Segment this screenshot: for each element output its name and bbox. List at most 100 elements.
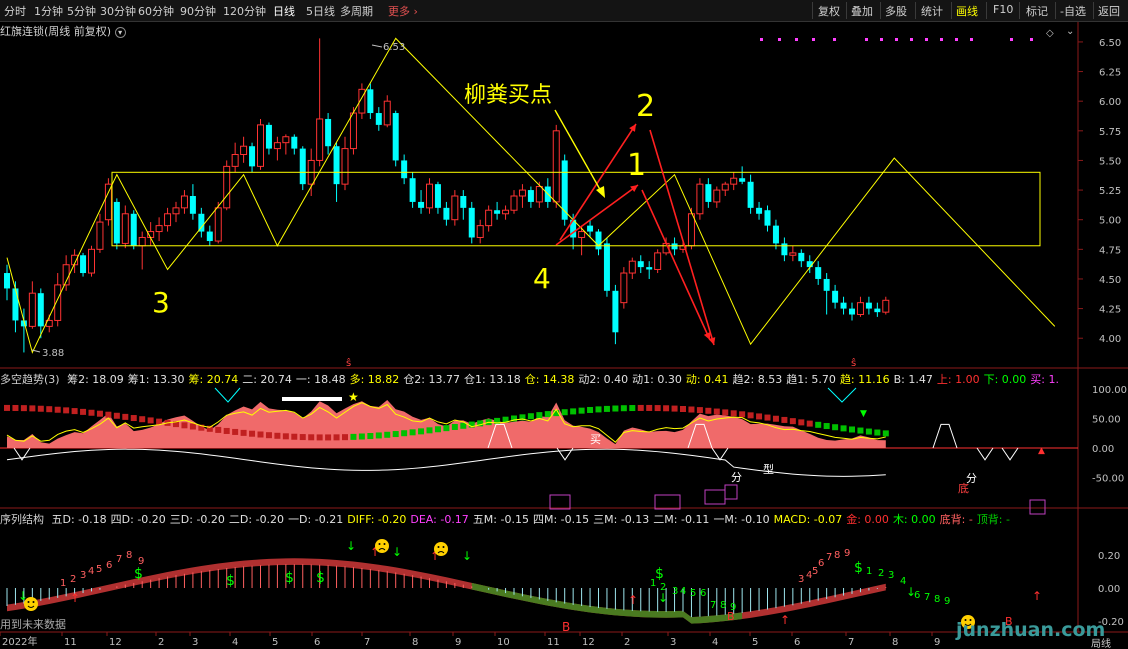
trend-band-segment: [181, 422, 188, 429]
panel3-indicator-10: 二M: -0.11: [653, 513, 710, 526]
x-tick-label: 7: [848, 637, 854, 648]
trend-band-segment: [375, 432, 382, 439]
candle: [325, 113, 332, 155]
signal-dot: [795, 38, 798, 41]
panel3-indicator-name[interactable]: 序列结构: [0, 513, 44, 526]
sequence-number: 8: [126, 550, 132, 561]
oscillator-line: [6, 448, 886, 477]
candle-body: [418, 201, 425, 208]
trend-band-segment: [646, 404, 653, 411]
candle-body: [291, 136, 298, 149]
trend-band-segment: [358, 433, 365, 440]
x-tick-label: 11: [64, 637, 77, 648]
signal-dot: [910, 38, 913, 41]
panel2-indicator-5: 多: 18.82: [349, 373, 400, 386]
candle: [71, 249, 79, 274]
candle: [882, 296, 890, 315]
trend-band-segment: [325, 434, 332, 441]
panel2-indicator-15: B: 1.47: [893, 373, 933, 386]
sequence-number: 3: [888, 570, 894, 581]
trend-band-segment: [282, 433, 289, 440]
candle-body: [341, 148, 349, 185]
candle: [172, 201, 180, 223]
candle-body: [164, 213, 172, 227]
candle: [772, 219, 779, 250]
signal-dot: [955, 38, 958, 41]
candle-body: [206, 231, 213, 242]
candle-body: [849, 308, 855, 315]
candle-body: [756, 207, 763, 214]
trend-band-segment: [139, 416, 146, 423]
candle-body: [772, 225, 779, 244]
trend-band-segment: [71, 408, 78, 415]
fen2-label: 分: [966, 472, 977, 485]
sequence-number: 9: [944, 596, 950, 607]
trend-band-segment: [249, 430, 256, 437]
trend-band-segment: [265, 432, 272, 439]
panel2-indicator-8: 仓: 14.38: [524, 373, 575, 386]
trend-band-segment: [156, 418, 163, 425]
x-tick-label: 3: [192, 637, 198, 648]
trend-band-segment: [434, 426, 441, 433]
candle: [291, 134, 298, 155]
bottom-signal-marker: [976, 447, 994, 461]
candle: [28, 281, 36, 329]
trend-band-segment: [637, 404, 644, 411]
trend-band-segment: [536, 412, 543, 419]
candle: [552, 124, 560, 208]
trend-band-segment: [865, 428, 872, 435]
candle: [180, 190, 188, 214]
signal-marker: ŝ: [346, 357, 351, 369]
buy-b-label: B: [562, 620, 570, 634]
main-y-tick-label: 5.00: [1099, 216, 1121, 227]
candle-body: [80, 255, 87, 274]
x-tick-label: 7: [364, 637, 370, 648]
candle: [764, 205, 771, 232]
trend-band-segment: [680, 406, 686, 413]
candle: [687, 207, 695, 250]
buy-b-label: B: [727, 610, 735, 623]
trend-band-segment: [620, 405, 627, 412]
stock-chart[interactable]: 100.0050.000.00-50.00★▼▲买分型底分 0.200.00-0…: [0, 0, 1128, 649]
candle: [874, 302, 881, 317]
chevron-down-icon: ⌄: [1066, 26, 1074, 37]
trend-band-segment: [63, 407, 70, 414]
panel2-indicator-3: 二: 20.74: [242, 373, 292, 386]
trend-band-segment: [37, 405, 44, 412]
star-icon: ★: [348, 390, 359, 404]
trend-band-segment: [739, 411, 746, 418]
candle-body: [367, 89, 374, 114]
sequence-number: 1: [60, 578, 66, 589]
panel2-indicator-name[interactable]: 多空趋势(3): [0, 373, 60, 386]
trend-band-segment: [789, 418, 796, 425]
signal-dot: [880, 38, 883, 41]
trend-band-segment: [451, 423, 458, 430]
candle: [316, 38, 324, 167]
candle: [189, 184, 196, 220]
candle-body: [696, 183, 704, 215]
panel2-indicator-17: 下: 0.00: [983, 373, 1027, 386]
candle-body: [815, 267, 822, 279]
panel3-y-tick-label: 0.20: [1098, 551, 1120, 562]
main-y-tick-label: 4.75: [1099, 245, 1121, 256]
trend-band-segment: [460, 422, 467, 429]
low-price-label: 3.88: [42, 348, 64, 359]
candle-body: [443, 207, 450, 220]
candle-body: [832, 290, 839, 303]
x-tick-label: 6: [794, 637, 800, 648]
candle: [418, 190, 425, 214]
candle: [265, 122, 272, 155]
panel3-indicator-14: 木: 0.00: [892, 513, 936, 526]
trend-band-segment: [350, 433, 357, 440]
panel2-title-bar: 多空趋势(3) 筹2: 18.09 筹1: 13.30 筹: 20.74 二: 20.…: [0, 371, 1063, 387]
trend-band-segment: [578, 407, 585, 414]
candle: [595, 229, 602, 256]
candle-body: [409, 178, 416, 202]
candle-body: [865, 302, 872, 309]
sequence-number: 1: [866, 566, 872, 577]
trend-band-segment: [603, 405, 610, 412]
sequence-number: 5: [690, 588, 696, 599]
candle-body: [527, 190, 534, 202]
sequence-number: 4: [88, 566, 94, 577]
high-leader: [371, 44, 383, 48]
